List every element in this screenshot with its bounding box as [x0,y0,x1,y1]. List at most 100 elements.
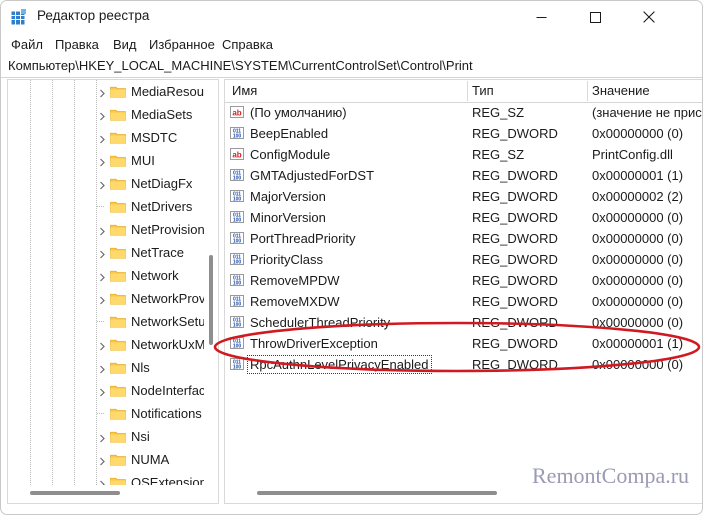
site-watermark: RemontCompa.ru [532,463,690,488]
registry-value-row[interactable]: ab (По умолчанию) REG_SZ (значение не присв [225,102,703,123]
tree-item-label: NetDiagFx [131,176,193,191]
chevron-right-icon[interactable] [97,270,108,282]
value-data-cell: (значение не присв [592,105,703,120]
chevron-right-icon[interactable] [97,477,108,485]
value-type-cell: REG_DWORD [472,315,558,330]
chevron-right-icon[interactable] [97,224,108,236]
value-data-cell: 0x00000000 (0) [592,273,684,288]
chevron-right-icon[interactable] [97,155,108,167]
tree-item-netdrivers[interactable]: NetDrivers [8,195,218,218]
registry-value-row[interactable]: 011 100 MajorVersion REG_DWORD 0x00000002 (2… [225,186,702,207]
list-horizontal-scroll-thumb[interactable] [257,491,497,495]
tree-item-numa[interactable]: NUMA [8,448,218,471]
column-header-name[interactable]: Имя [232,82,257,100]
tree-item-osextensiond[interactable]: OSExtensionD [8,471,218,485]
value-name-cell: PortThreadPriority [250,231,356,246]
tree-item-label: NetworkSetup [131,314,213,329]
tree-item-label: MUI [131,153,155,168]
chevron-right-icon[interactable] [97,293,108,305]
minimize-button[interactable] [518,1,564,33]
tree-item-nsi[interactable]: Nsi [8,425,218,448]
tree-item-networkprovic[interactable]: NetworkProvic [8,287,218,310]
value-type-cell: REG_DWORD [472,210,558,225]
dword-value-icon: 011 100 [230,210,245,225]
chevron-right-icon[interactable] [97,178,108,190]
value-data-cell: 0x00000000 (0) [592,231,684,246]
registry-value-row[interactable]: 011 100 MinorVersion REG_DWORD 0x00000000 (0… [225,207,702,228]
registry-value-row[interactable]: ab ConfigModule REG_SZ PrintConfig.dll [225,144,702,165]
menu-bar: Файл Правка Вид Избранное Справка [1,33,702,56]
tree-item-nls[interactable]: Nls [8,356,218,379]
registry-value-row[interactable]: 011 100 PortThreadPriority REG_DWORD 0x00000… [225,228,702,249]
value-type-cell: REG_DWORD [472,336,558,351]
column-divider-type-value[interactable] [587,81,588,101]
column-divider-name-type[interactable] [467,81,468,101]
address-bar[interactable]: Компьютер\HKEY_LOCAL_MACHINE\SYSTEM\Curr… [1,56,702,78]
column-header-type[interactable]: Тип [472,82,494,100]
tree-item-networkuxma[interactable]: NetworkUxMa [8,333,218,356]
registry-path-text: Компьютер\HKEY_LOCAL_MACHINE\SYSTEM\Curr… [8,58,473,73]
value-type-cell: REG_DWORD [472,126,558,141]
dword-value-icon: 011 100 [230,189,245,204]
window-title: Редактор реестра [37,8,150,23]
chevron-right-icon[interactable] [97,431,108,443]
tree-guide-stub [97,413,104,415]
dword-value-icon: 011 100 [230,168,245,183]
registry-value-row[interactable]: 011 100 GMTAdjustedForDST REG_DWORD 0x000000… [225,165,702,186]
dword-value-icon: 011 100 [230,357,245,372]
close-button[interactable] [626,1,672,33]
tree-item-label: Nsi [131,429,150,444]
registry-value-row[interactable]: 011 100 PriorityClass REG_DWORD 0x00000000 (… [225,249,702,270]
tree-horizontal-scroll-thumb[interactable] [30,491,120,495]
registry-value-row[interactable]: 011 100 RemoveMPDW REG_DWORD 0x00000000 (0) [225,270,702,291]
tree-item-netdiagfx[interactable]: NetDiagFx [8,172,218,195]
tree-item-network[interactable]: Network [8,264,218,287]
menu-item-view[interactable]: Вид [111,35,139,54]
tree-item-nettrace[interactable]: NetTrace [8,241,218,264]
tree-item-networksetup[interactable]: NetworkSetup [8,310,218,333]
chevron-right-icon[interactable] [97,362,108,374]
svg-text:ab: ab [232,108,241,117]
list-column-headers: Имя Тип Значение [225,80,702,103]
menu-item-edit[interactable]: Правка [53,35,101,54]
tree-vertical-scroll-thumb[interactable] [209,255,213,345]
chevron-right-icon[interactable] [97,247,108,259]
tree-vertical-scrollbar[interactable] [204,80,218,485]
svg-text:100: 100 [233,239,242,245]
value-data-cell: 0x00000002 (2) [592,189,684,204]
value-name-cell: MinorVersion [250,210,326,225]
chevron-right-icon[interactable] [97,86,108,98]
menu-item-file[interactable]: Файл [9,35,45,54]
maximize-button[interactable] [572,1,618,33]
chevron-right-icon[interactable] [97,109,108,121]
menu-item-help[interactable]: Справка [220,35,275,54]
value-data-cell: 0x00000000 (0) [592,315,684,330]
svg-text:100: 100 [233,134,242,140]
value-data-cell: 0x00000000 (0) [592,252,684,267]
value-type-cell: REG_DWORD [472,294,558,309]
value-data-cell: 0x00000001 (1) [592,336,684,351]
tree-item-mediaresourc[interactable]: MediaResourc [8,80,218,103]
tree-item-label: Nls [131,360,150,375]
tree-item-mui[interactable]: MUI [8,149,218,172]
tree-item-notifications[interactable]: Notifications [8,402,218,425]
chevron-right-icon[interactable] [97,339,108,351]
column-header-value[interactable]: Значение [592,82,650,100]
chevron-right-icon[interactable] [97,454,108,466]
tree-item-nodeinterface[interactable]: NodeInterface [8,379,218,402]
chevron-right-icon[interactable] [97,132,108,144]
menu-item-favorites[interactable]: Избранное [147,35,217,54]
chevron-right-icon[interactable] [97,385,108,397]
tree-horizontal-scrollbar[interactable] [8,486,218,500]
registry-value-row[interactable]: 011 100 RpcAuthnLevelPrivacyEnabled REG_DWO… [225,354,702,375]
tree-item-msdtc[interactable]: MSDTC [8,126,218,149]
tree-item-mediasets[interactable]: MediaSets [8,103,218,126]
registry-value-row[interactable]: 011 100 BeepEnabled REG_DWORD 0x00000000 (0) [225,123,702,144]
folder-icon [110,108,126,121]
registry-value-row[interactable]: 011 100 RemoveMXDW REG_DWORD 0x00000000 (0) [225,291,702,312]
registry-tree-list[interactable]: MediaResourc MediaSets MSDTC MUI NetDiagFx Ne… [8,80,218,485]
tree-item-netprovision[interactable]: NetProvision [8,218,218,241]
registry-value-row[interactable]: 011 100 ThrowDriverException REG_DWORD 0x000… [225,333,702,354]
registry-values-list[interactable]: ab (По умолчанию) REG_SZ (значение не присв… [225,102,703,482]
registry-value-row[interactable]: 011 100 SchedulerThreadPriority REG_DWORD 0x… [225,312,702,333]
